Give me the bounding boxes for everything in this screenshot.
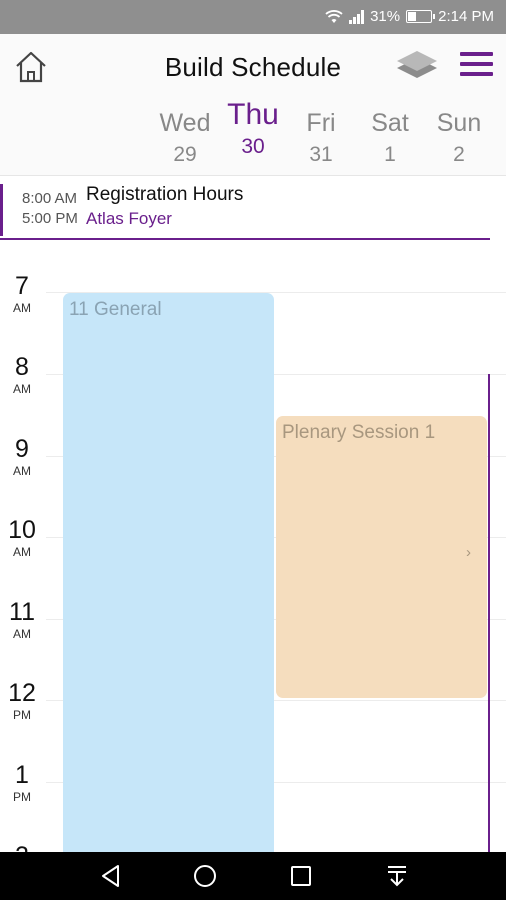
layers-icon[interactable] — [394, 48, 440, 84]
hour-label: 10 AM — [0, 516, 44, 560]
day-sat[interactable]: Sat 1 — [355, 106, 425, 170]
day-wed[interactable]: Wed 29 — [150, 106, 220, 170]
hour-label: 1 PM — [0, 761, 44, 805]
hour-meridiem: PM — [13, 708, 31, 722]
hour-label: 12 PM — [0, 679, 44, 723]
hour-label: 8 AM — [0, 353, 44, 397]
day-selector: Wed 29 Thu 30 Fri 31 Sat 1 Sun 2 — [0, 98, 506, 176]
signal-icon — [349, 9, 365, 24]
event-accent-bar — [0, 184, 3, 236]
app-header: Build Schedule — [0, 34, 506, 98]
day-date: 30 — [241, 135, 265, 158]
hour-number: 7 — [15, 272, 29, 300]
day-date: 2 — [453, 143, 465, 166]
event-plenary-session[interactable]: Plenary Session 1 › — [276, 416, 487, 698]
hour-number: 9 — [15, 435, 29, 463]
day-fri[interactable]: Fri 31 — [286, 106, 356, 170]
battery-icon — [406, 10, 436, 23]
system-nav-bar — [0, 852, 506, 900]
event-start-time: 8:00 AM — [22, 190, 78, 207]
chevron-right-icon: › — [466, 544, 471, 561]
day-date: 31 — [309, 143, 333, 166]
day-date: 29 — [173, 143, 197, 166]
day-name: Thu — [227, 98, 279, 131]
hour-meridiem: AM — [13, 382, 31, 396]
hour-number: 11 — [9, 598, 35, 626]
recents-square-icon[interactable] — [288, 863, 314, 889]
day-date: 1 — [384, 143, 396, 166]
hour-label: 9 AM — [0, 435, 44, 479]
hour-number: 8 — [15, 353, 29, 381]
event-end-time: 5:00 PM — [22, 210, 78, 227]
day-name: Sat — [371, 109, 409, 137]
day-name: Wed — [159, 109, 211, 137]
event-location: Atlas Foyer — [86, 209, 172, 228]
hour-meridiem: PM — [13, 790, 31, 804]
status-time: 2:14 PM — [438, 8, 494, 25]
day-sun[interactable]: Sun 2 — [424, 106, 494, 170]
hour-label: 2 PM — [0, 842, 44, 852]
hour-number: 1 — [15, 761, 29, 789]
day-timeline[interactable]: 7 AM 8 AM 9 AM 10 AM 11 AM 12 PM 1 PM 2 … — [0, 240, 506, 852]
all-day-event[interactable]: 8:00 AM 5:00 PM Registration Hours Atlas… — [0, 176, 506, 240]
event-title: Registration Hours — [86, 184, 244, 205]
status-icons: 31% 2:14 PM — [325, 8, 494, 25]
home-circle-icon[interactable] — [192, 863, 218, 889]
day-name: Sun — [436, 109, 482, 137]
hour-number: 12 — [8, 679, 36, 707]
day-thu[interactable]: Thu 30 — [218, 98, 288, 162]
event-title: Plenary Session 1 — [282, 422, 436, 443]
hour-meridiem: AM — [13, 545, 31, 559]
hour-meridiem: AM — [13, 301, 31, 315]
back-triangle-icon[interactable] — [98, 863, 124, 889]
hour-number: 2 — [0, 842, 44, 852]
hour-meridiem: AM — [13, 627, 31, 641]
event-general[interactable]: 11 General — [63, 293, 274, 852]
hour-number: 10 — [8, 516, 36, 544]
battery-percent: 31% — [370, 8, 401, 25]
event-title: 11 General — [69, 299, 162, 320]
status-bar: 31% 2:14 PM — [0, 0, 506, 34]
hamburger-menu-icon[interactable] — [460, 52, 494, 78]
hour-label: 11 AM — [0, 598, 44, 642]
current-time-indicator — [488, 374, 490, 852]
notification-pull-icon[interactable] — [384, 863, 410, 889]
hour-label: 7 AM — [0, 272, 44, 316]
day-name: Fri — [306, 109, 336, 137]
wifi-icon — [325, 9, 343, 23]
hour-meridiem: AM — [13, 464, 31, 478]
